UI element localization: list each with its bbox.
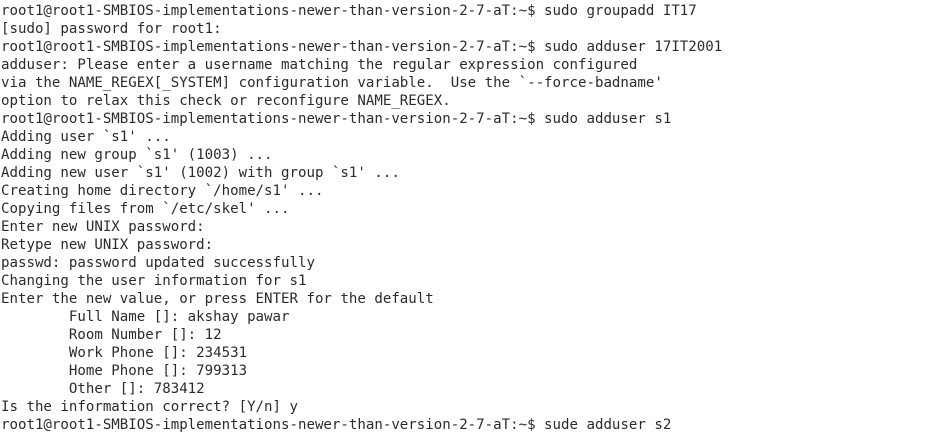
output-line: Is the information correct? [Y/n] y	[1, 399, 298, 415]
output-line: Copying files from `/etc/skel' ...	[1, 201, 290, 217]
prompt-line: root1@root1-SMBIOS-implementations-newer…	[1, 39, 723, 55]
output-line: Changing the user information for s1	[1, 273, 307, 289]
prompt-line: root1@root1-SMBIOS-implementations-newer…	[1, 417, 672, 433]
output-line: Enter new UNIX password:	[1, 219, 205, 235]
output-line: Full Name []: akshay pawar	[1, 309, 290, 325]
output-line: adduser: Please enter a username matchin…	[1, 57, 638, 73]
output-line: via the NAME_REGEX[_SYSTEM] configuratio…	[1, 75, 663, 91]
output-line: Room Number []: 12	[1, 327, 222, 343]
output-line: Creating home directory `/home/s1' ...	[1, 183, 324, 199]
output-line: Adding new user `s1' (1002) with group `…	[1, 165, 400, 181]
prompt-line: root1@root1-SMBIOS-implementations-newer…	[1, 111, 672, 127]
output-line: Retype new UNIX password:	[1, 237, 214, 253]
output-line: Other []: 783412	[1, 381, 205, 397]
output-line: Enter the new value, or press ENTER for …	[1, 291, 434, 307]
output-line: Adding user `s1' ...	[1, 129, 171, 145]
output-line: passwd: password updated successfully	[1, 255, 315, 271]
prompt-line: root1@root1-SMBIOS-implementations-newer…	[1, 3, 697, 19]
terminal-output: root1@root1-SMBIOS-implementations-newer…	[1, 2, 722, 433]
output-line: Adding new group `s1' (1003) ...	[1, 147, 273, 163]
output-line: [sudo] password for root1:	[1, 21, 222, 37]
output-line: option to relax this check or reconfigur…	[1, 93, 451, 109]
terminal-window[interactable]: root1@root1-SMBIOS-implementations-newer…	[0, 0, 933, 433]
output-line: Work Phone []: 234531	[1, 345, 248, 361]
output-line: Home Phone []: 799313	[1, 363, 248, 379]
